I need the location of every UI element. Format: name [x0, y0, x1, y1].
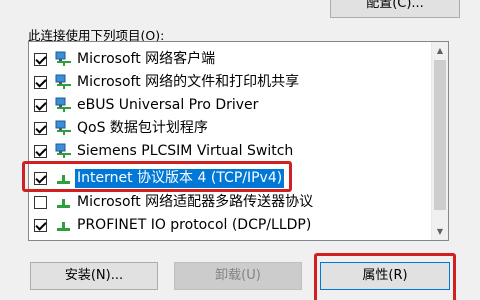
- scroll-thumb[interactable]: [434, 60, 446, 210]
- configure-button[interactable]: 配置(C)...: [330, 0, 460, 18]
- properties-highlight-annotation: [314, 253, 456, 300]
- item-label: Microsoft 网络客户端: [77, 50, 216, 67]
- scroll-down-icon[interactable]: ▼: [432, 223, 448, 240]
- vertical-scrollbar[interactable]: ▲ ▼: [431, 42, 448, 240]
- list-item[interactable]: Microsoft 网络适配器多路传送器协议: [34, 191, 429, 213]
- item-label: QoS 数据包计划程序: [77, 119, 208, 136]
- connection-items-list[interactable]: Microsoft 网络客户端 Microsoft 网络的文件和打印机共享 eB…: [28, 41, 449, 241]
- selection-highlight-annotation: [22, 161, 292, 192]
- network-client-icon: [55, 143, 71, 158]
- network-client-icon: [55, 51, 71, 66]
- item-label: Microsoft 网络适配器多路传送器协议: [77, 193, 314, 210]
- install-button[interactable]: 安装(N)...: [30, 262, 158, 290]
- uninstall-button: 卸载(U): [174, 262, 302, 290]
- item-checkbox[interactable]: [34, 144, 47, 158]
- item-checkbox[interactable]: [34, 121, 47, 135]
- network-client-icon: [55, 74, 71, 89]
- list-item[interactable]: Microsoft 网络客户端: [34, 48, 429, 70]
- list-item[interactable]: Microsoft 网络的文件和打印机共享: [34, 71, 429, 93]
- scroll-up-icon[interactable]: ▲: [432, 42, 448, 59]
- item-checkbox[interactable]: [34, 52, 47, 66]
- item-checkbox[interactable]: [34, 195, 47, 209]
- list-item[interactable]: PROFINET IO protocol (DCP/LLDP): [34, 214, 429, 236]
- item-label: Microsoft 网络的文件和打印机共享: [77, 73, 300, 90]
- item-checkbox[interactable]: [34, 98, 47, 112]
- protocol-icon: [57, 222, 70, 231]
- item-label: PROFINET IO protocol (DCP/LLDP): [77, 216, 312, 233]
- network-client-icon: [55, 120, 71, 135]
- protocol-icon: [57, 199, 70, 208]
- item-checkbox[interactable]: [34, 218, 47, 232]
- list-item[interactable]: QoS 数据包计划程序: [34, 117, 429, 139]
- list-item[interactable]: Siemens PLCSIM Virtual Switch: [34, 140, 429, 162]
- list-item[interactable]: eBUS Universal Pro Driver: [34, 94, 429, 116]
- network-client-icon: [55, 97, 71, 112]
- item-label: eBUS Universal Pro Driver: [77, 96, 259, 113]
- item-label: Siemens PLCSIM Virtual Switch: [77, 142, 294, 159]
- item-checkbox[interactable]: [34, 75, 47, 89]
